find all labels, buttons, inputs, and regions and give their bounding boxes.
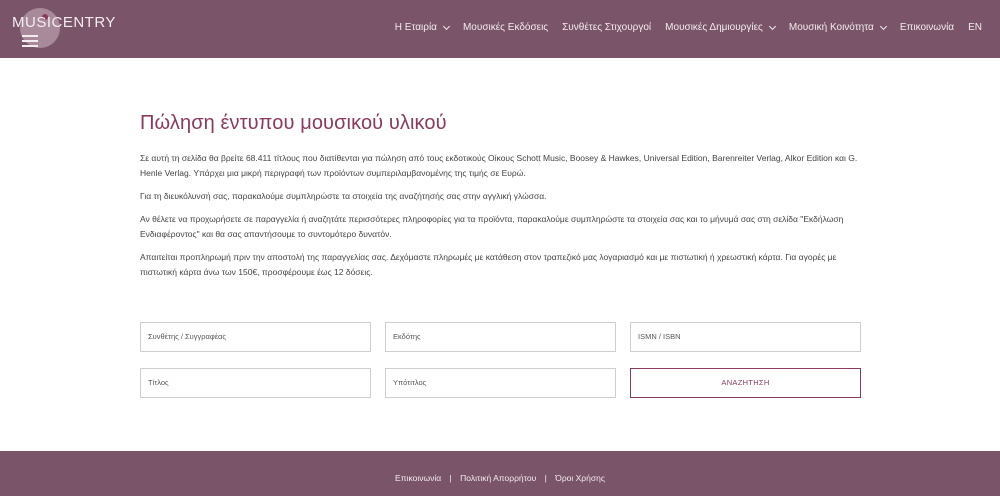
nav-item-music-works[interactable]: Μουσικές Δημιουργίες	[665, 22, 776, 33]
title-field[interactable]: Τίτλος	[140, 368, 371, 398]
site-footer: Επικοινωνία | Πολιτική Απορρήτου | Όροι …	[0, 451, 1000, 496]
nav-item-music-editions[interactable]: Μουσικές Εκδόσεις	[463, 22, 548, 33]
ismn-isbn-field[interactable]: ISMN / ISBN	[630, 322, 861, 352]
nav-item-language-en[interactable]: EN	[968, 22, 982, 33]
nav-item-label: Η Εταιρία	[394, 22, 437, 33]
nav-item-label: Μουσική Κοινότητα	[788, 22, 874, 33]
footer-link-contact[interactable]: Επικοινωνία	[395, 473, 441, 483]
subtitle-field[interactable]: Υπότιτλος	[385, 368, 616, 398]
page-title: Πώληση έντυπου μουσικού υλικού	[140, 112, 447, 134]
logo-text: MUSICENTRY	[12, 14, 116, 31]
nav-item-composers-lyricists[interactable]: Συνθέτες Στιχουργοί	[562, 22, 651, 33]
footer-link-privacy-policy[interactable]: Πολιτική Απορρήτου	[460, 473, 536, 483]
nav-item-label: Μουσικές Εκδόσεις	[462, 22, 549, 33]
footer-separator: |	[449, 473, 452, 483]
footer-link-terms-of-use[interactable]: Όροι Χρήσης	[555, 473, 605, 483]
chevron-down-icon	[768, 22, 776, 30]
main-content: Πώληση έντυπου μουσικού υλικού Σε αυτή τ…	[140, 112, 862, 288]
nav-item-label: Επικοινωνία	[899, 22, 955, 33]
intro-paragraph: Σε αυτή τη σελίδα θα βρείτε 68.411 τίτλο…	[140, 153, 858, 178]
footer-links: Επικοινωνία | Πολιτική Απορρήτου | Όροι …	[0, 473, 1000, 483]
footer-separator: |	[544, 473, 547, 483]
order-info-paragraph: Αν θέλετε να προχωρήσετε σε παραγγελία ή…	[140, 214, 844, 239]
payment-info-paragraph: Απαιτείται προπληρωμή πριν την αποστολή …	[140, 252, 837, 277]
search-form: Συνθέτης / Συγγραφέας Εκδότης ISMN / ISB…	[140, 322, 862, 400]
main-nav: Η Εταιρία Μουσικές Εκδόσεις Συνθέτες Στι…	[381, 22, 982, 33]
nav-item-music-community[interactable]: Μουσική Κοινότητα	[788, 22, 887, 33]
composer-field[interactable]: Συνθέτης / Συγγραφέας	[140, 322, 371, 352]
language-note-paragraph: Για τη διευκόλυνσή σας, παρακαλούμε συμπ…	[140, 191, 547, 201]
chevron-down-icon	[442, 22, 451, 30]
site-logo[interactable]: MUSICENTRY	[12, 6, 122, 56]
chevron-down-icon	[879, 22, 887, 30]
nav-item-label: Συνθέτες Στιχουργοί	[562, 22, 652, 33]
nav-item-company[interactable]: Η Εταιρία	[394, 22, 451, 33]
nav-item-label: EN	[968, 22, 982, 33]
site-header: MUSICENTRY Η Εταιρία Μουσικές Εκδόσεις Σ…	[0, 0, 1000, 58]
search-button[interactable]: ΑΝΑΖΗΤΗΣΗ	[630, 368, 861, 398]
nav-item-contact[interactable]: Επικοινωνία	[900, 22, 954, 33]
hamburger-menu-icon[interactable]	[22, 33, 38, 49]
publisher-field[interactable]: Εκδότης	[385, 322, 616, 352]
nav-item-label: Μουσικές Δημιουργίες	[665, 22, 763, 33]
